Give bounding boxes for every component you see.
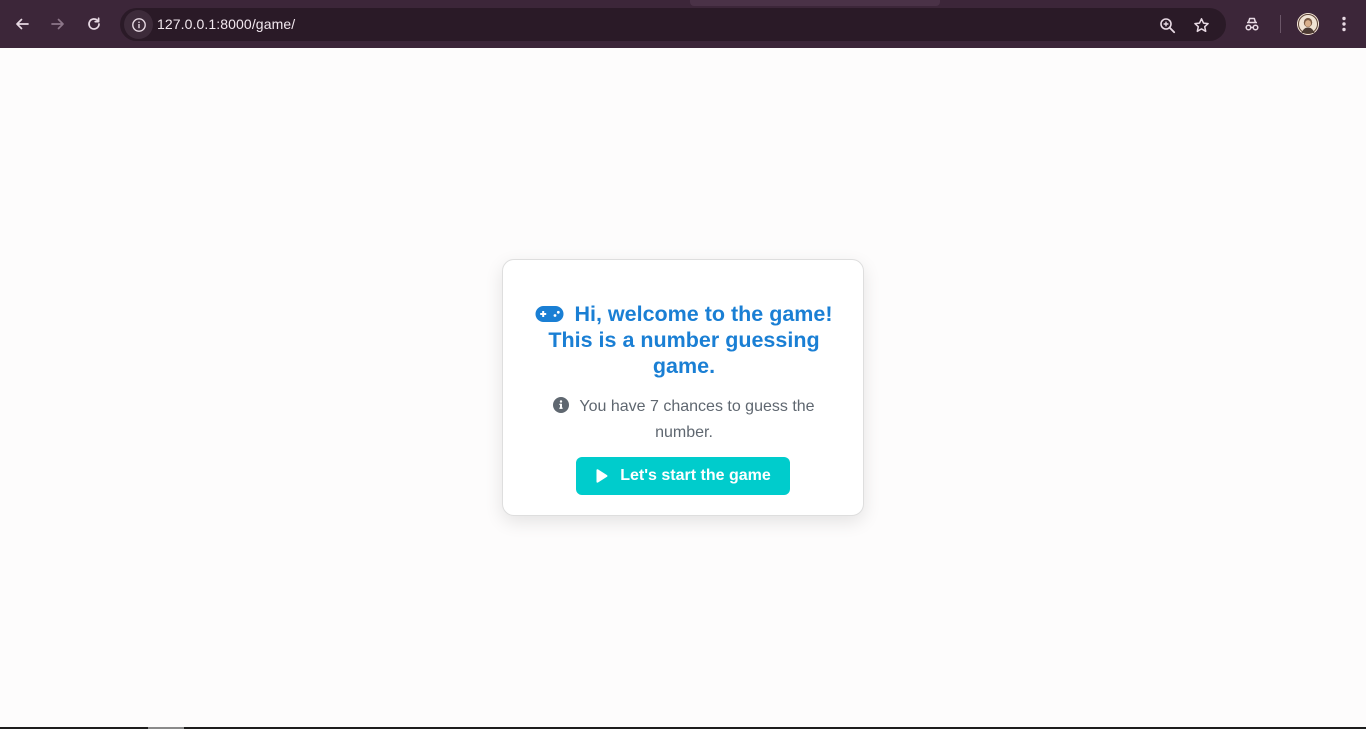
browser-menu-button[interactable] — [1332, 12, 1356, 36]
toolbar-divider — [1280, 15, 1281, 33]
info-circle-icon — [553, 397, 570, 413]
avatar[interactable] — [1297, 13, 1319, 35]
start-game-button[interactable]: Let's start the game — [576, 457, 790, 495]
start-game-label: Let's start the game — [620, 467, 771, 484]
welcome-heading-text: Hi, welcome to the game! This is a numbe… — [548, 302, 833, 378]
chances-info-text: You have 7 chances to guess the number. — [579, 398, 815, 441]
reload-icon — [88, 17, 100, 30]
zoom-button[interactable] — [1156, 14, 1178, 36]
active-tab-edge[interactable] — [690, 0, 940, 6]
browser-toolbar: 127.0.0.1:8000/game/ — [0, 0, 1366, 48]
kebab-menu-icon — [1342, 16, 1346, 32]
incognito-icon — [1245, 17, 1259, 31]
incognito-extension-button[interactable] — [1240, 12, 1264, 36]
gamepad-icon — [535, 306, 564, 322]
profile-picture — [1297, 13, 1319, 35]
url-text[interactable]: 127.0.0.1:8000/game/ — [157, 8, 295, 41]
play-icon — [596, 468, 608, 483]
star-icon — [1193, 17, 1209, 32]
tab-strip — [0, 0, 1366, 6]
info-icon — [131, 17, 146, 32]
arrow-left-icon — [16, 18, 29, 30]
site-info-button[interactable] — [124, 10, 153, 39]
bookmark-button[interactable] — [1190, 14, 1212, 36]
chances-info: You have 7 chances to guess the number. — [533, 394, 835, 446]
zoom-in-icon — [1159, 17, 1175, 33]
back-button[interactable] — [6, 8, 38, 40]
address-bar[interactable]: 127.0.0.1:8000/game/ — [120, 8, 1226, 41]
arrow-right-icon — [51, 18, 64, 30]
welcome-card: Hi, welcome to the game! This is a numbe… — [502, 259, 864, 516]
welcome-heading: Hi, welcome to the game! This is a numbe… — [521, 301, 847, 379]
forward-button[interactable] — [42, 8, 74, 40]
reload-button[interactable] — [78, 8, 110, 40]
